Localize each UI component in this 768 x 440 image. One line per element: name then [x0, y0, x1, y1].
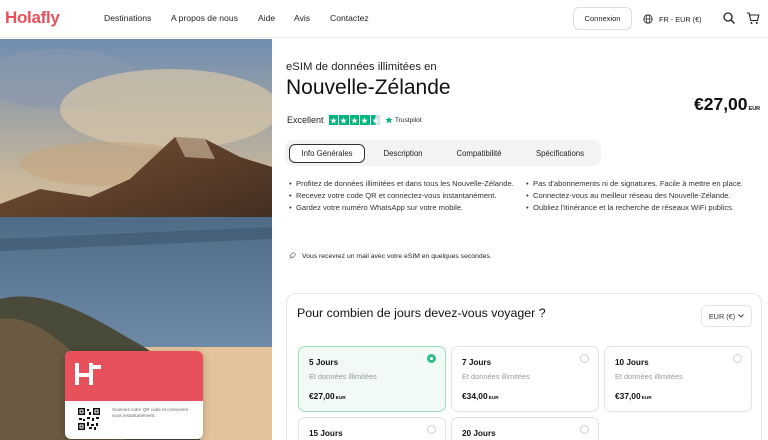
plan-radio[interactable] [580, 354, 589, 363]
mail-notice: Vous recevrez un mail avec votre eSIM en… [288, 252, 492, 260]
feature-item: Recevez votre code QR et connectez-vous … [289, 190, 517, 201]
star-icon [339, 115, 349, 125]
plan-days: 20 Jours [462, 429, 496, 438]
tab-description[interactable]: Description [371, 144, 435, 163]
feature-item: Oubliez l'itinérance et la recherche de … [526, 202, 752, 213]
trustpilot-rating[interactable]: Excellent Trustpilot [287, 115, 422, 125]
plan-radio[interactable] [733, 354, 742, 363]
star-icon [360, 115, 370, 125]
plan-radio[interactable] [427, 354, 436, 363]
plan-price-currency: EUR [488, 396, 499, 401]
feature-item: Gardez votre numéro WhatsApp sur votre m… [289, 202, 517, 213]
currency-select-label: EUR (€) [708, 311, 736, 321]
esim-card-caption: Scannez votre QR code et connectez-vous … [112, 407, 190, 418]
product-subtitle: eSIM de données illimitées en [286, 61, 437, 73]
nav-link-about[interactable]: A propos de nous [171, 13, 238, 23]
plan-price: €34,00EUR [462, 391, 499, 401]
plan-data: Et données illimitées [462, 372, 530, 381]
tab-specifications[interactable]: Spécifications [523, 144, 597, 163]
holafly-logo[interactable]: Holafly [5, 8, 60, 28]
trustpilot-label: Trustpilot [395, 116, 422, 124]
half-star-icon [370, 115, 381, 125]
nav-link-destinations[interactable]: Destinations [104, 13, 151, 23]
plan-price-value: €37,00 [615, 391, 641, 401]
plan-days: 10 Jours [615, 358, 649, 367]
plan-card-20-days[interactable]: 20 Jours [451, 417, 599, 440]
plan-price: €27,00EUR [309, 391, 346, 401]
cart-icon[interactable] [746, 11, 760, 25]
nav-link-help[interactable]: Aide [258, 13, 275, 23]
star-icon [349, 115, 360, 125]
product-price-value: €27,00 [694, 94, 748, 114]
plan-radio[interactable] [580, 425, 589, 434]
esim-card-header [65, 351, 203, 401]
top-navbar: Holafly Destinations A propos de nous Ai… [0, 0, 768, 38]
qr-code-icon [77, 407, 101, 431]
features-list-right: Pas d'abonnements ni de signatures. Faci… [526, 178, 752, 213]
product-info-tabs: Info Générales Description Compatibilité… [285, 140, 601, 166]
plan-data: Et données illimitées [309, 372, 377, 381]
product-price-currency: EUR [748, 106, 761, 112]
language-currency-label: FR - EUR (€) [659, 14, 702, 24]
mail-notice-text: Vous recevrez un mail avec votre eSIM en… [302, 252, 492, 260]
chevron-down-icon [738, 314, 744, 318]
plan-days: 7 Jours [462, 358, 492, 367]
plan-data: Et données illimitées [615, 372, 683, 381]
esim-card-illustration: Scannez votre QR code et connectez-vous … [65, 351, 203, 439]
product-title: Nouvelle-Zélande [286, 76, 451, 99]
plan-days: 5 Jours [309, 358, 339, 367]
nav-link-reviews[interactable]: Avis [294, 13, 310, 23]
tab-compatibilite[interactable]: Compatibilité [442, 144, 516, 163]
plan-price-currency: EUR [641, 396, 652, 401]
rocket-icon [289, 252, 296, 259]
star-icon [328, 115, 339, 125]
feature-item: Profitez de données illimitées et dans t… [289, 178, 517, 189]
plan-price-currency: EUR [335, 396, 346, 401]
trustpilot-logo: Trustpilot [385, 116, 422, 124]
feature-item: Pas d'abonnements ni de signatures. Faci… [526, 178, 752, 189]
rating-label: Excellent [287, 115, 324, 125]
destination-hero-image: Scannez votre QR code et connectez-vous … [0, 39, 272, 440]
language-currency-selector[interactable]: FR - EUR (€) [643, 12, 702, 26]
plan-price: €37,00EUR [615, 391, 652, 401]
currency-select[interactable]: EUR (€) [701, 305, 752, 327]
plan-price-value: €34,00 [462, 391, 488, 401]
plan-card-15-days[interactable]: 15 Jours [298, 417, 446, 440]
nav-link-contact[interactable]: Contactez [330, 13, 369, 23]
plan-card-7-days[interactable]: 7 Jours Et données illimitées €34,00EUR [451, 346, 599, 412]
plan-card-5-days[interactable]: 5 Jours Et données illimitées €27,00EUR [298, 346, 446, 412]
login-button[interactable]: Connexion [573, 7, 632, 30]
plan-price-value: €27,00 [309, 391, 335, 401]
globe-icon [643, 14, 653, 24]
holafly-h-icon [75, 363, 101, 385]
product-price: €27,00EUR [694, 94, 760, 115]
search-icon[interactable] [722, 11, 736, 25]
rating-stars [328, 115, 381, 125]
plan-card-10-days[interactable]: 10 Jours Et données illimitées €37,00EUR [604, 346, 752, 412]
features-list-left: Profitez de données illimitées et dans t… [289, 178, 517, 213]
trustpilot-star-icon [385, 116, 393, 124]
feature-item: Connectez-vous au meilleur réseau des No… [526, 190, 752, 201]
tab-info-generales[interactable]: Info Générales [289, 144, 365, 163]
duration-title: Pour combien de jours devez-vous voyager… [297, 306, 546, 320]
plan-days: 15 Jours [309, 429, 343, 438]
plan-radio[interactable] [427, 425, 436, 434]
